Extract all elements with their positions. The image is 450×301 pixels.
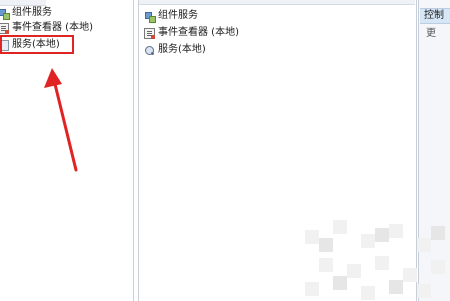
actions-header[interactable]: 控制台 [420,8,450,24]
list-item-label: 服务(本地) [158,44,206,55]
annotation-arrow [44,68,78,172]
tree-item-label: 事件查看器 (本地) [12,22,93,33]
component-services-icon [144,11,156,23]
pixelated-watermark [305,220,445,300]
arrow-head [44,68,62,88]
list-item-services-local[interactable]: 服务(本地) [144,43,206,57]
tree-item-label: 组件服务 [12,7,52,18]
highlight-box [0,35,74,54]
list-item-label: 事件查看器 (本地) [158,27,239,38]
event-viewer-icon [0,22,9,34]
actions-header-label: 控制台 [424,10,444,21]
arrow-shaft [52,78,78,172]
event-viewer-icon [144,27,155,39]
list-item-label: 组件服务 [158,10,198,21]
list-header-strip [139,0,415,5]
list-item-component-services[interactable]: 组件服务 [144,9,198,23]
tree-item-component-services[interactable]: 组件服务 [0,6,52,20]
component-services-icon [0,8,10,20]
actions-more-label[interactable]: 更 [426,28,436,40]
tree-item-event-viewer[interactable]: 事件查看器 (本地) [0,21,93,35]
list-item-event-viewer[interactable]: 事件查看器 (本地) [144,26,239,40]
services-icon [144,45,155,56]
